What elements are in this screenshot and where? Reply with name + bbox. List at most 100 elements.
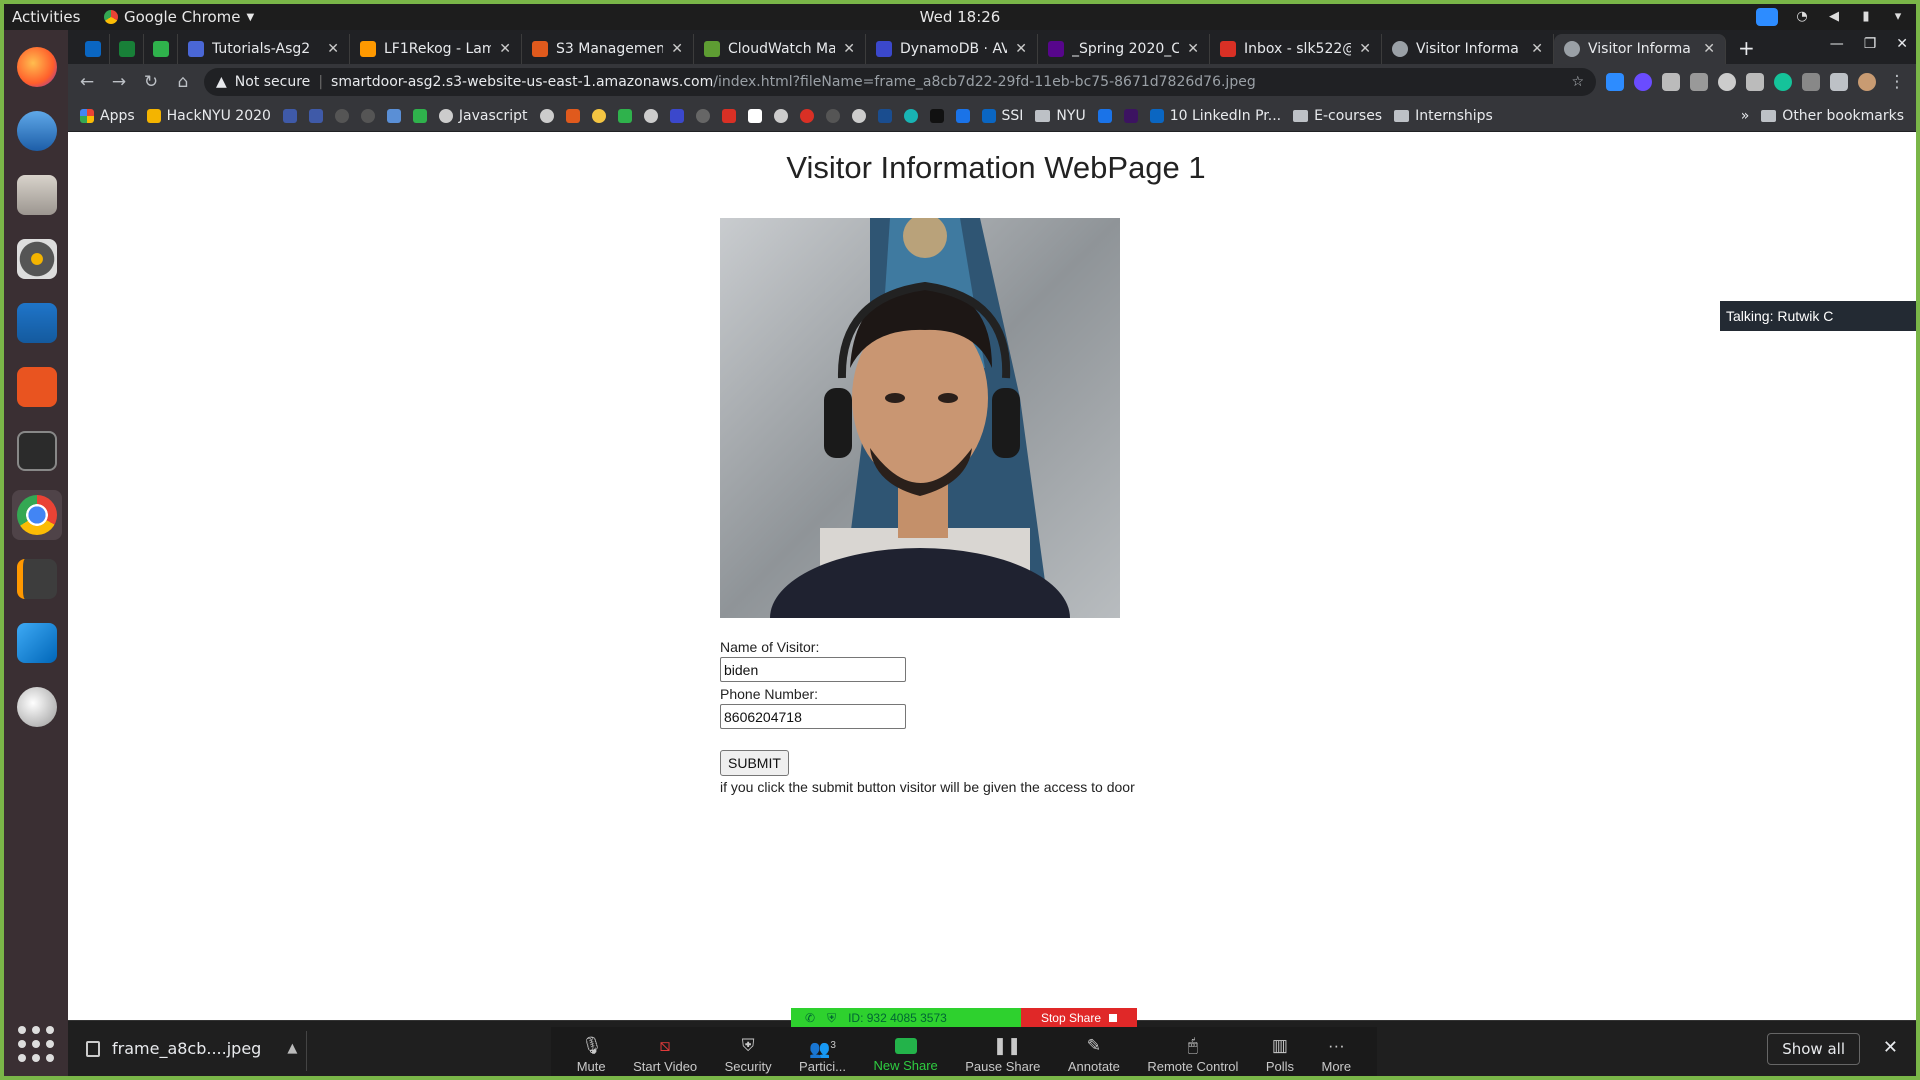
bookmark-icon-only[interactable] [308,108,323,123]
address-bar[interactable]: ▲ Not secure | smartdoor-asg2.s3-website… [204,68,1596,96]
bookmark-icon-only[interactable] [669,108,684,123]
back-icon[interactable]: ← [76,71,98,93]
bookmark-icon-only[interactable] [929,108,944,123]
meeting-info[interactable]: ✆ ⛨ ID: 932 4085 3573 [791,1008,1021,1028]
star-icon[interactable]: ☆ [1571,74,1584,90]
start-video-button[interactable]: ⧅ Start Video [633,1037,697,1075]
bookmark-icon-only[interactable] [539,108,554,123]
close-icon[interactable]: ✕ [1703,41,1715,57]
tab-pinned-sheets[interactable] [110,34,144,64]
bookmark-ssi[interactable]: SSI [981,108,1023,124]
tab-visitor-1[interactable]: Visitor Informa ✕ [1382,34,1554,64]
new-share-button[interactable]: New Share [873,1038,938,1073]
close-icon[interactable]: ✕ [499,41,511,57]
bookmark-icon-only[interactable] [695,108,710,123]
tab-pinned-extension[interactable] [144,34,178,64]
participants-button[interactable]: 👥3 Partici... [799,1037,846,1074]
bookmark-icon-only[interactable] [282,108,297,123]
wifi-icon[interactable]: ◔ [1794,10,1810,24]
bookmark-icon-only[interactable] [360,108,375,123]
bookmark-folder-internships[interactable]: Internships [1394,108,1493,124]
puzzle-icon[interactable] [1830,73,1848,91]
restore-icon[interactable]: ❐ [1864,36,1877,52]
close-icon[interactable]: ✕ [671,41,683,57]
mute-button[interactable]: 🎙 Mute [577,1037,606,1075]
bookmark-icon-only[interactable] [877,108,892,123]
bookmark-icon-only[interactable] [721,108,736,123]
tab-spring[interactable]: _Spring 2020_C ✕ [1038,34,1210,64]
bookmark-folder-other[interactable]: Other bookmarks [1761,108,1904,124]
tab-cloudwatch[interactable]: CloudWatch Ma ✕ [694,34,866,64]
grammarly-icon[interactable] [1774,73,1792,91]
tab-s3[interactable]: S3 Managemen ✕ [522,34,694,64]
bookmark-javascript[interactable]: Javascript [438,108,528,124]
battery-icon[interactable]: ▮ [1858,10,1874,24]
files-icon[interactable] [12,170,62,220]
bookmark-icon-only[interactable] [334,108,349,123]
tab-tutorials[interactable]: Tutorials-Asg2 ✕ [178,34,350,64]
bookmark-folder-nyu[interactable]: NYU [1035,108,1086,124]
phone-number-field[interactable] [720,704,906,729]
close-window-icon[interactable]: ✕ [1896,36,1908,52]
extension-icon[interactable] [1746,73,1764,91]
rhythmbox-icon[interactable] [12,234,62,284]
activities-button[interactable]: Activities [4,8,104,26]
tab-visitor-2[interactable]: Visitor Informa ✕ [1554,34,1726,64]
show-all-button[interactable]: Show all [1767,1033,1860,1065]
volume-icon[interactable]: ◀ [1826,10,1842,24]
polls-button[interactable]: ▥ Polls [1266,1037,1294,1075]
bookmark-icon-only[interactable] [773,108,788,123]
new-tab-button[interactable]: + [1726,34,1767,64]
avatar[interactable] [1858,73,1876,91]
security-label[interactable]: Not secure [235,74,311,90]
bookmark-hacknyu[interactable]: HackNYU 2020 [146,108,271,124]
security-button[interactable]: ⛨ Security [725,1037,772,1075]
extension-icon[interactable] [1634,73,1652,91]
firefox-icon[interactable] [12,42,62,92]
bookmarks-overflow-button[interactable]: » [1741,108,1750,124]
close-icon[interactable]: ✕ [1531,41,1543,57]
close-icon[interactable]: ✕ [1015,41,1027,57]
settings-extension-icon[interactable] [1718,73,1736,91]
chevron-up-icon[interactable]: ▲ [287,1041,297,1056]
tab-gmail[interactable]: Inbox - slk522@ ✕ [1210,34,1382,64]
forward-icon[interactable]: → [108,71,130,93]
close-icon[interactable]: ✕ [1359,41,1371,57]
bookmark-icon-only[interactable] [386,108,401,123]
remote-control-button[interactable]: 🖱 Remote Control [1147,1037,1238,1075]
thunderbird-icon[interactable] [12,106,62,156]
bookmark-apps[interactable]: Apps [80,108,135,124]
bookmark-icon-only[interactable] [799,108,814,123]
sublime-icon[interactable] [12,554,62,604]
visitor-name-field[interactable] [720,657,906,682]
terminal-icon[interactable] [12,426,62,476]
tab-dynamodb[interactable]: DynamoDB · AV ✕ [866,34,1038,64]
bookmark-icon-only[interactable] [955,108,970,123]
download-item[interactable]: frame_a8cb....jpeg ▲ [86,1039,297,1058]
vscode-icon[interactable] [12,618,62,668]
zoom-dock-icon[interactable] [12,682,62,732]
bookmark-icon-only[interactable] [1123,108,1138,123]
extension-icon[interactable] [1802,73,1820,91]
zoom-extension-icon[interactable] [1606,73,1624,91]
close-icon[interactable]: ✕ [1187,41,1199,57]
camera-icon[interactable] [1690,73,1708,91]
bookmark-icon-only[interactable] [851,108,866,123]
bookmark-icon-only[interactable] [565,108,580,123]
bookmark-icon-only[interactable] [825,108,840,123]
close-icon[interactable]: ✕ [843,41,855,57]
tab-lambda[interactable]: LF1Rekog - Lam ✕ [350,34,522,64]
home-icon[interactable]: ⌂ [172,71,194,93]
bookmark-icon-only[interactable] [1097,108,1112,123]
reload-icon[interactable]: ↻ [140,71,162,93]
bookmark-icon-only[interactable] [412,108,427,123]
show-applications-icon[interactable] [18,1026,54,1062]
bookmark-icon-only[interactable] [903,108,918,123]
more-button[interactable]: ··· More [1322,1037,1352,1075]
bookmark-icon-only[interactable] [747,108,762,123]
bookmark-icon-only[interactable] [643,108,658,123]
close-icon[interactable]: ✕ [1883,1037,1898,1058]
kebab-menu-icon[interactable]: ⋮ [1886,71,1908,93]
bookmark-linkedin-pr[interactable]: 10 LinkedIn Pr... [1149,108,1281,124]
extension-icon[interactable] [1662,73,1680,91]
